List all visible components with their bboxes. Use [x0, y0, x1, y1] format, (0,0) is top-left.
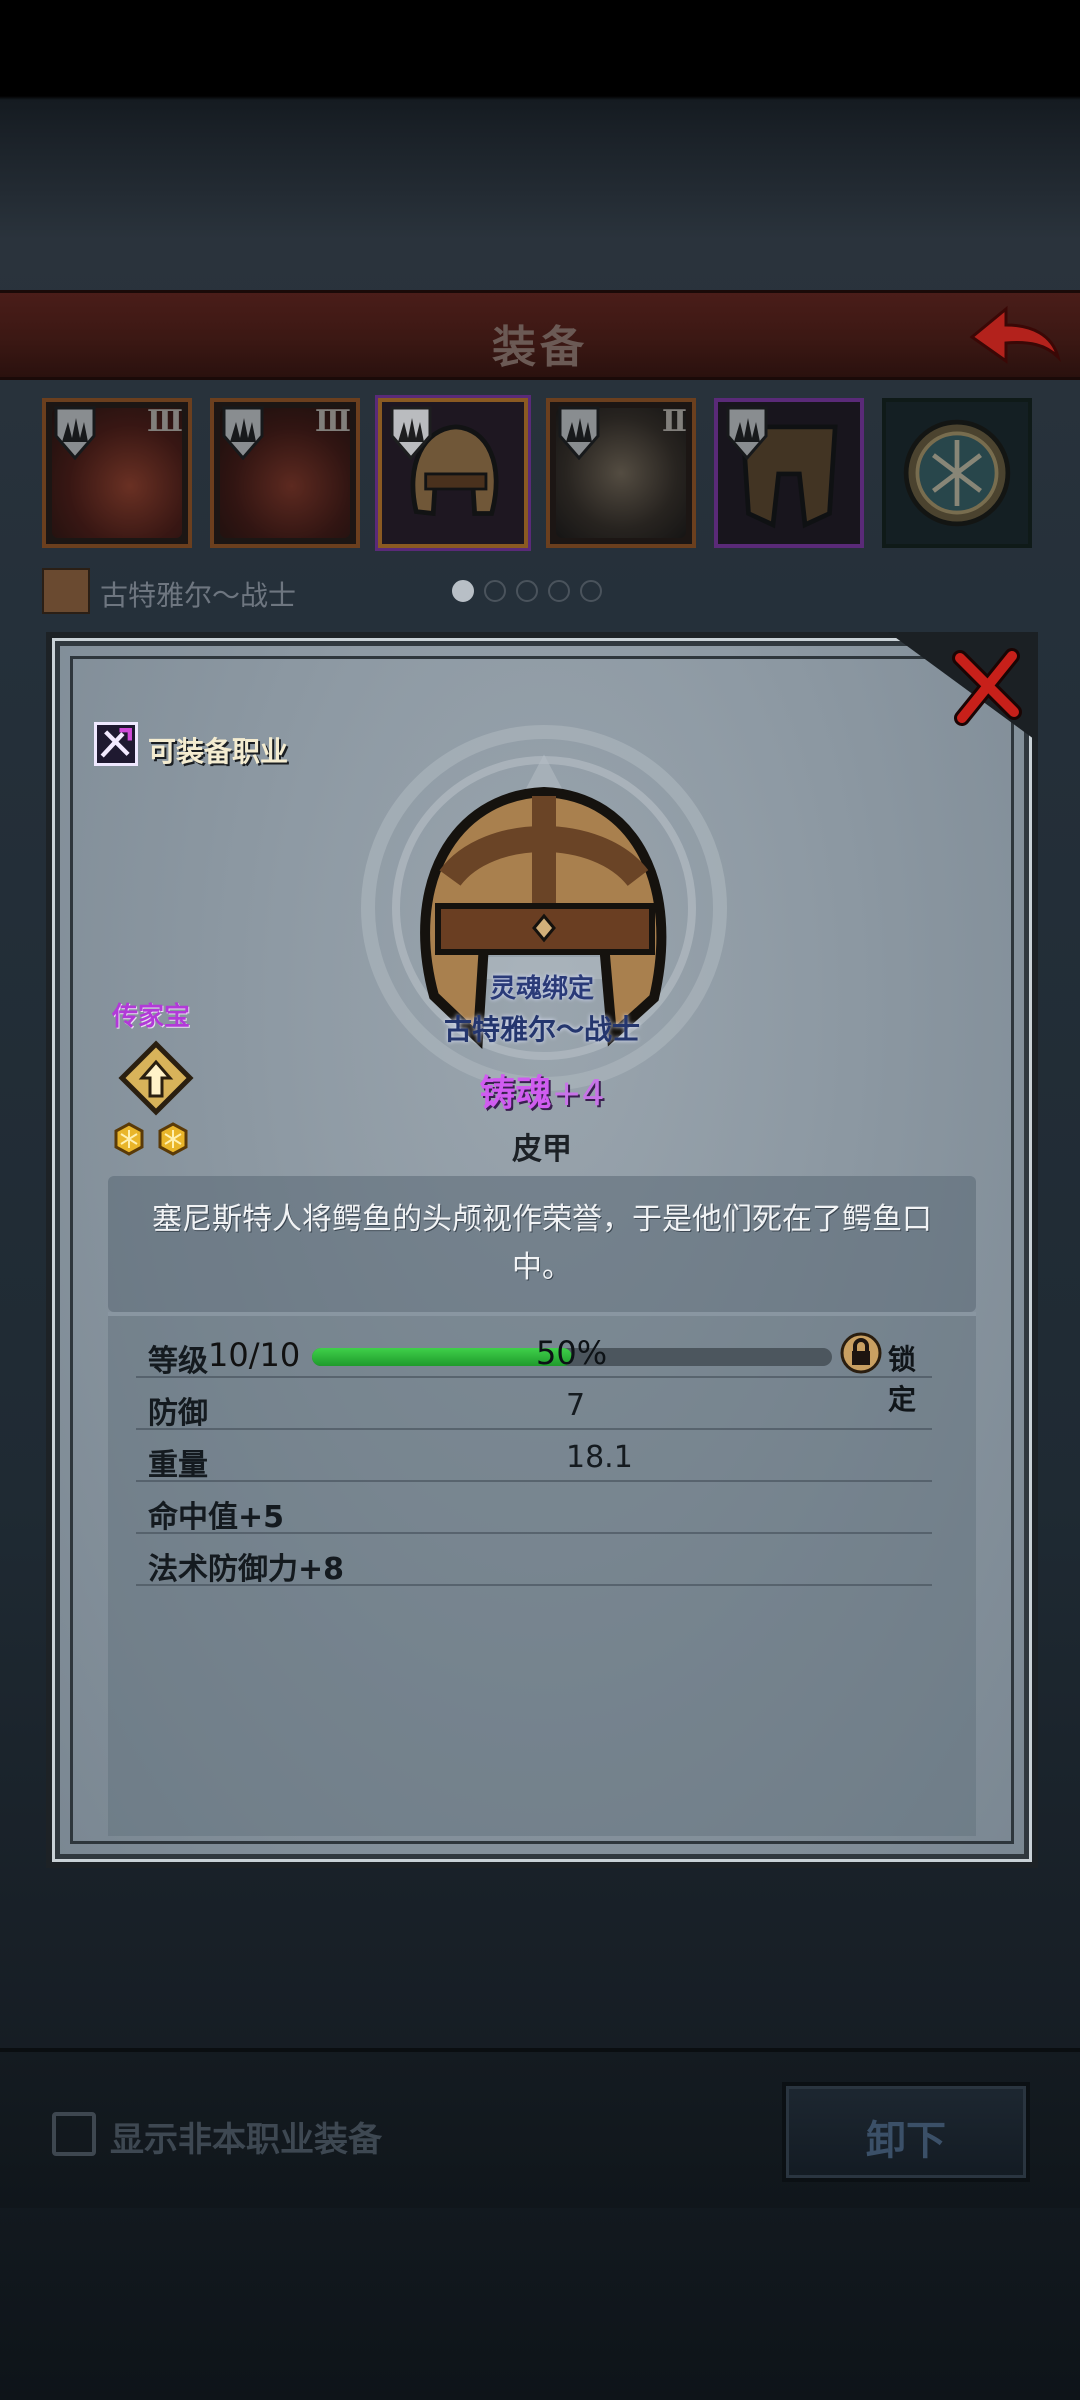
back-arrow-icon[interactable]	[966, 301, 1062, 375]
stat-label: 重量	[148, 1448, 208, 1483]
page-dot[interactable]	[516, 580, 538, 602]
stat-row: 命中值+5	[136, 1484, 932, 1535]
show-other-class-label[interactable]: 显示非本职业装备	[110, 2112, 382, 2161]
class-icon[interactable]	[94, 722, 138, 766]
equipment-screen: 装备 III III II 古特雅尔～战士 可装备职业 灵魂绑定 古特雅尔～战士…	[0, 0, 1080, 2400]
page-dots	[452, 580, 612, 604]
slot-armor-2[interactable]: III	[210, 398, 360, 548]
crossed-tools-icon	[100, 728, 132, 758]
slot-armor-fur[interactable]: II	[546, 398, 696, 548]
item-type: 皮甲	[512, 1132, 572, 1167]
heirloom-hex-icon	[114, 1122, 144, 1156]
equipment-slots: III III II	[42, 398, 1042, 550]
stat-label: 法术防御力+8	[148, 1552, 345, 1587]
xp-bar-fill	[312, 1348, 572, 1366]
level-row: 等级 10/10 50% 锁定	[136, 1328, 932, 1416]
description-box: 塞尼斯特人将鳄鱼的头颅视作荣誉，于是他们死在了鳄鱼口中。	[108, 1176, 976, 1312]
forge-prefix: 铸魂	[479, 1073, 552, 1114]
hero-name: 古特雅尔～战士	[100, 579, 297, 612]
soul-bound-label: 灵魂绑定	[489, 974, 594, 1004]
stat-row: 法术防御力+8	[136, 1536, 932, 1587]
hero-portrait[interactable]	[42, 568, 90, 614]
level-label: 等级	[148, 1344, 208, 1379]
page-title: 装备	[492, 322, 588, 373]
level-value: 10/10	[208, 1336, 301, 1374]
lock-icon[interactable]	[840, 1332, 882, 1374]
forge-level: 铸魂+4	[52, 1064, 1032, 1116]
heirloom-hex-icon	[158, 1122, 188, 1156]
stat-label: 防御	[148, 1396, 208, 1431]
soul-bound-hero: 古特雅尔～战士	[443, 1013, 640, 1046]
forge-value: +4	[551, 1073, 605, 1114]
close-icon[interactable]	[948, 648, 1026, 726]
xp-percent: 50%	[536, 1334, 608, 1372]
header-bar: 装备	[0, 290, 1080, 380]
hero-row: 古特雅尔～战士	[42, 566, 742, 616]
stat-label: 命中值+5	[148, 1500, 285, 1535]
stat-value: 18.1	[566, 1440, 633, 1475]
equippable-class-label: 可装备职业	[148, 735, 289, 768]
unequip-label: 卸下	[866, 2118, 946, 2164]
slot-armor-1[interactable]: III	[42, 398, 192, 548]
stat-value: 7	[566, 1388, 586, 1423]
unequip-button[interactable]: 卸下	[782, 2082, 1030, 2182]
stats-box: 等级 10/10 50% 锁定 防御 7 重量 18.1 命中值+5 法术防御力…	[108, 1312, 976, 1836]
show-other-class-checkbox[interactable]	[52, 2112, 96, 2156]
item-detail-panel: 可装备职业 灵魂绑定 古特雅尔～战士 铸魂+4 皮甲 传家宝 塞尼斯特人将鳄鱼的…	[46, 632, 1038, 1868]
heirloom-label: 传家宝	[112, 1002, 191, 1032]
stat-row: 重量 18.1	[136, 1432, 932, 1483]
slot-helmet-selected[interactable]	[378, 398, 528, 548]
page-dot[interactable]	[452, 580, 474, 602]
slot-amulet[interactable]	[882, 398, 1032, 548]
page-dot[interactable]	[484, 580, 506, 602]
stat-row: 防御 7	[136, 1380, 932, 1431]
page-dot[interactable]	[548, 580, 570, 602]
item-description: 塞尼斯特人将鳄鱼的头颅视作荣誉，于是他们死在了鳄鱼口中。	[152, 1202, 932, 1285]
heirloom-upgrade-icon[interactable]	[118, 1040, 194, 1116]
slot-boots[interactable]	[714, 398, 864, 548]
page-dot[interactable]	[580, 580, 602, 602]
